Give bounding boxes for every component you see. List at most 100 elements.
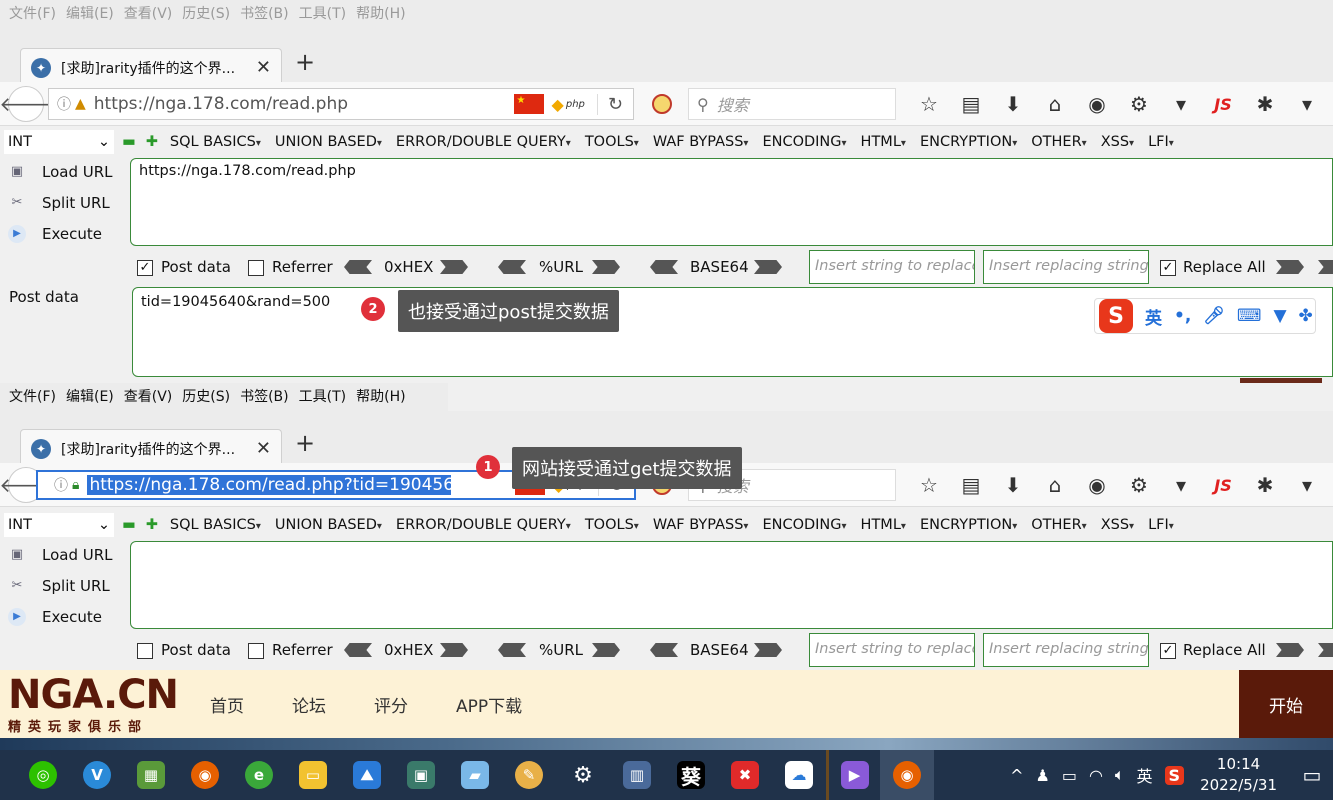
url-text[interactable]: https://nga.178.com/read.php xyxy=(94,94,514,114)
menu-encoding-2[interactable]: ENCODING xyxy=(762,517,846,533)
nav-home[interactable]: 首页 xyxy=(210,692,244,717)
menu-bookmarks[interactable]: 书签(B) xyxy=(235,0,294,28)
tab-active-2[interactable]: ✦ [求助]rarity插件的这个界... ✕ xyxy=(20,429,282,467)
minus-icon[interactable]: ▬ xyxy=(122,134,136,150)
menu-help-2[interactable]: 帮助(H) xyxy=(351,383,410,411)
new-tab-icon[interactable]: + xyxy=(295,48,315,76)
js-icon[interactable]: JS xyxy=(1202,95,1244,114)
globe-icon[interactable]: ◉ xyxy=(1076,92,1118,116)
menu-edit-2[interactable]: 编辑(E) xyxy=(61,383,119,411)
menu-file[interactable]: 文件(F) xyxy=(4,0,61,28)
post-data-checkbox-2[interactable] xyxy=(137,643,153,659)
url-decode-arrow-icon[interactable] xyxy=(498,260,526,274)
menu-error-double-query-2[interactable]: ERROR/DOUBLE QUERY xyxy=(396,517,571,533)
globe-icon[interactable]: ◉ xyxy=(1076,473,1118,497)
menu-history-2[interactable]: 历史(S) xyxy=(177,383,235,411)
firefox-active-icon[interactable]: ◉ xyxy=(880,750,934,800)
nga-logo[interactable]: NGA.CN 精英玩家俱乐部 xyxy=(8,674,180,736)
verify-app-icon[interactable]: V xyxy=(70,750,124,800)
download-icon[interactable]: ⬇ xyxy=(992,92,1034,116)
menu-waf-bypass[interactable]: WAF BYPASS xyxy=(653,134,749,150)
search-box[interactable]: ⚲ 搜索 xyxy=(688,88,896,120)
tab-active[interactable]: ✦ [求助]rarity插件的这个界... ✕ xyxy=(20,48,282,86)
hex-encode-arrow-icon[interactable] xyxy=(440,260,468,274)
clock[interactable]: 10:14 2022/5/31 xyxy=(1200,754,1277,796)
notification-icon[interactable]: ▭ xyxy=(1291,750,1333,800)
hex-decode-arrow-icon[interactable] xyxy=(344,260,372,274)
qq-tray-icon[interactable]: ♟ xyxy=(1035,766,1049,785)
plus-icon[interactable]: ✚ xyxy=(146,134,158,150)
menu-error-double-query[interactable]: ERROR/DOUBLE QUERY xyxy=(396,134,571,150)
bookmark-star-icon[interactable]: ☆ xyxy=(908,92,950,116)
visual-studio-icon[interactable]: ▶ xyxy=(826,750,880,800)
url-encode-arrow-icon[interactable] xyxy=(592,260,620,274)
address-bar[interactable]: ⓘ ▲ https://nga.178.com/read.php ★ ◆ php… xyxy=(48,88,634,120)
start-button[interactable]: 开始 xyxy=(1239,670,1333,738)
replace-more-arrow-icon[interactable] xyxy=(1318,260,1333,274)
menu-bookmarks-2[interactable]: 书签(B) xyxy=(235,383,294,411)
image-editor-icon[interactable]: ▦ xyxy=(124,750,178,800)
block-icon[interactable] xyxy=(652,94,672,114)
menu-other-2[interactable]: OTHER xyxy=(1031,517,1086,533)
cloud-sync-icon[interactable]: ☁ xyxy=(772,750,826,800)
paint-icon[interactable]: ✎ xyxy=(502,750,556,800)
reload-icon[interactable]: ↻ xyxy=(596,93,623,115)
menu-view-2[interactable]: 查看(V) xyxy=(119,383,178,411)
menu-edit[interactable]: 编辑(E) xyxy=(61,0,119,28)
hex-encode-arrow-icon[interactable] xyxy=(440,643,468,657)
punct-icon[interactable]: •, xyxy=(1174,306,1191,326)
menu-tools[interactable]: 工具(T) xyxy=(294,0,351,28)
menu-html[interactable]: HTML xyxy=(861,134,906,150)
menu-waf-bypass-2[interactable]: WAF BYPASS xyxy=(653,517,749,533)
menu-xss[interactable]: XSS xyxy=(1101,134,1134,150)
wechat-icon[interactable]: ◎ xyxy=(16,750,70,800)
menu-other[interactable]: OTHER xyxy=(1031,134,1086,150)
menu-tools-2[interactable]: 工具(T) xyxy=(294,383,351,411)
xmind-icon[interactable]: ✖ xyxy=(718,750,772,800)
js-icon[interactable]: JS xyxy=(1202,476,1244,495)
close-tab-icon[interactable]: ✕ xyxy=(256,57,271,78)
hex-decode-arrow-icon[interactable] xyxy=(344,643,372,657)
menu-encryption-2[interactable]: ENCRYPTION xyxy=(920,517,1017,533)
menu-encryption[interactable]: ENCRYPTION xyxy=(920,134,1017,150)
input-lang[interactable]: 英 xyxy=(1137,763,1153,787)
bookmark-star-icon[interactable]: ☆ xyxy=(908,473,950,497)
cloud-drive-icon[interactable]: ⛰ xyxy=(340,750,394,800)
folder-icon[interactable]: ▭ xyxy=(286,750,340,800)
overflow-icon[interactable]: ▾ xyxy=(1286,473,1328,497)
b64-encode-arrow-icon[interactable] xyxy=(754,643,782,657)
palette-icon[interactable]: ⚙ xyxy=(1118,473,1160,497)
type-select-2[interactable]: INT ⌄ xyxy=(4,513,114,537)
url-encode-arrow-icon[interactable] xyxy=(592,643,620,657)
menu-tools-hb-2[interactable]: TOOLS xyxy=(585,517,639,533)
library-icon[interactable]: ▤ xyxy=(950,473,992,497)
qq-partial-icon[interactable] xyxy=(0,750,16,800)
menu-xss-2[interactable]: XSS xyxy=(1101,517,1134,533)
nav-rating[interactable]: 评分 xyxy=(374,692,408,717)
replace-all-checkbox[interactable]: ✓ xyxy=(1160,260,1176,276)
menu-encoding[interactable]: ENCODING xyxy=(762,134,846,150)
replace-more-arrow-icon[interactable] xyxy=(1318,643,1333,657)
home-icon[interactable]: ⌂ xyxy=(1034,473,1076,497)
plus-icon[interactable]: ✚ xyxy=(146,517,158,533)
info-icon[interactable]: ⓘ xyxy=(54,475,68,495)
library-icon[interactable]: ▤ xyxy=(950,92,992,116)
browser-green-icon[interactable]: e xyxy=(232,750,286,800)
window-app-icon[interactable]: ▣ xyxy=(394,750,448,800)
split-url-button[interactable]: ✂ Split URL xyxy=(0,187,128,218)
new-tab-icon[interactable]: + xyxy=(295,429,315,457)
replace-with-input-2[interactable]: Insert replacing string xyxy=(983,633,1149,667)
replace-find-input-2[interactable]: Insert string to replace xyxy=(809,633,975,667)
menu-union-based[interactable]: UNION BASED xyxy=(275,134,382,150)
bug-icon[interactable]: ✱ xyxy=(1244,92,1286,116)
url-text-selected[interactable]: https://nga.178.com/read.php?tid=1904564 xyxy=(87,475,452,495)
referrer-checkbox-2[interactable] xyxy=(248,643,264,659)
execute-button-2[interactable]: ▶ Execute xyxy=(0,601,128,632)
url-textarea-2[interactable] xyxy=(130,541,1333,629)
notes-app-icon[interactable]: ▰ xyxy=(448,750,502,800)
b64-encode-arrow-icon[interactable] xyxy=(754,260,782,274)
execute-button[interactable]: ▶ Execute xyxy=(0,218,128,249)
post-data-checkbox[interactable]: ✓ xyxy=(137,260,153,276)
insecure-lock-icon[interactable]: ▲ xyxy=(75,96,86,112)
replace-go-arrow-icon[interactable] xyxy=(1276,260,1304,274)
